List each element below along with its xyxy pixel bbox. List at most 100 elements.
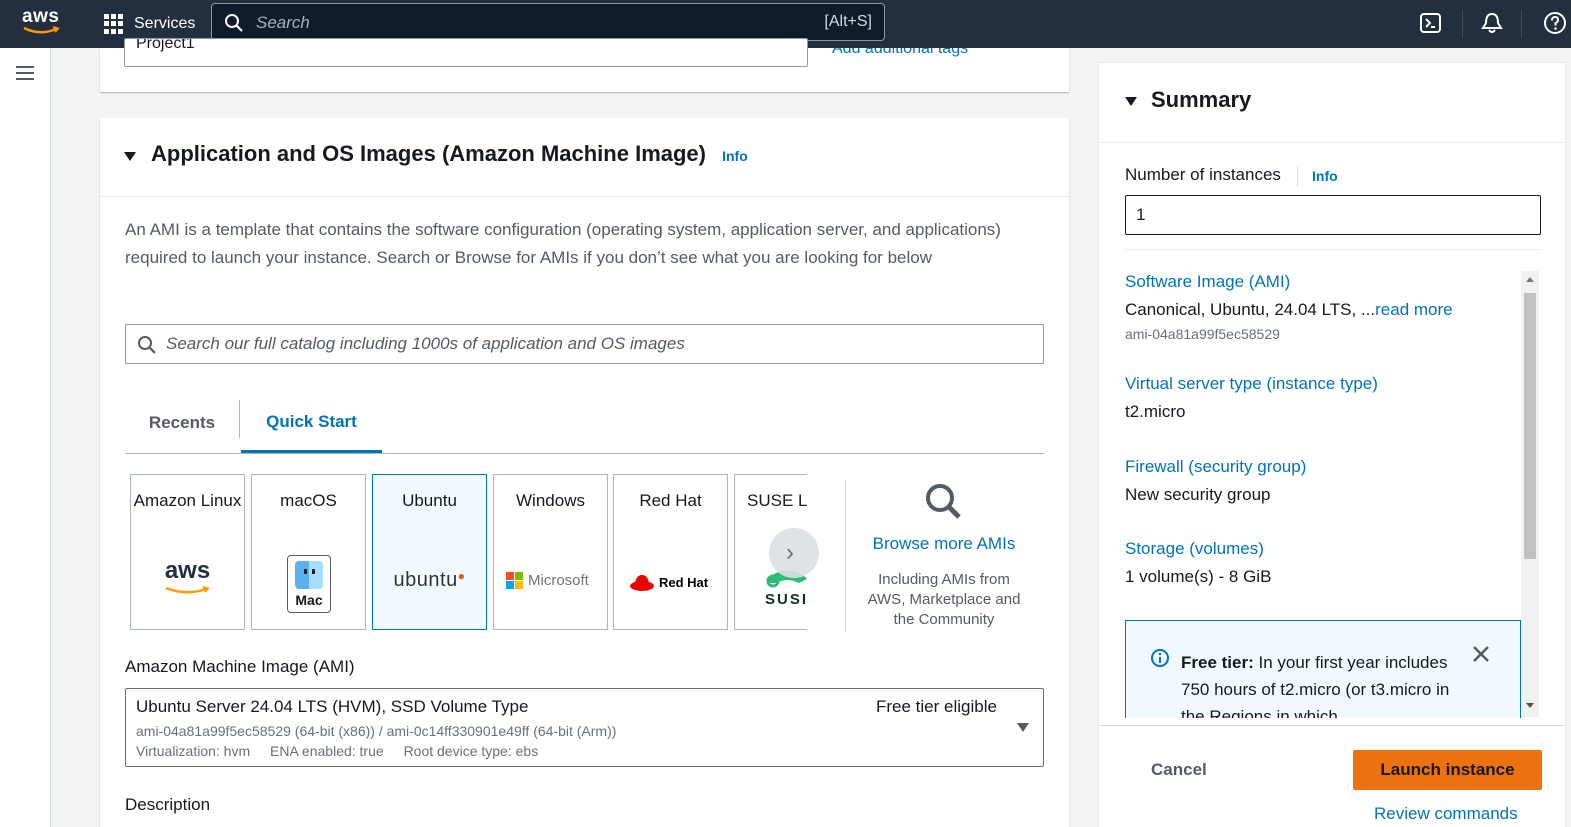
hamburger-menu-icon[interactable] <box>16 66 34 80</box>
browse-more-amis-link[interactable]: Browse more AMIs <box>860 534 1028 554</box>
tile-name: Ubuntu <box>402 491 457 510</box>
tile-amazon-linux[interactable]: Amazon Linux aws <box>130 474 245 630</box>
os-tiles: Amazon Linux aws macOS Mac Ubuntu ubuntu… <box>130 474 807 631</box>
suse-wordmark: SUSI <box>765 591 807 608</box>
search-icon <box>138 336 156 354</box>
scroll-up-icon[interactable] <box>1526 277 1534 282</box>
tile-name: Amazon Linux <box>133 491 242 510</box>
microsoft-logo-icon <box>506 572 524 590</box>
read-more-link[interactable]: read more <box>1375 300 1452 319</box>
cancel-button[interactable]: Cancel <box>1151 760 1207 780</box>
collapse-caret-icon[interactable] <box>124 152 136 161</box>
ami-info-link[interactable]: Info <box>722 148 748 164</box>
description-label: Description <box>125 795 211 814</box>
tile-macos[interactable]: macOS Mac <box>251 474 366 630</box>
summary-panel: Summary Number of instances Info 1 Softw… <box>1098 62 1566 827</box>
amazon-linux-logo: aws <box>131 559 244 601</box>
instance-name-input[interactable]: Project1 <box>124 38 808 67</box>
collapse-caret-icon[interactable] <box>1125 97 1137 106</box>
tab-recents[interactable]: Recents <box>125 393 239 453</box>
summary-key[interactable]: Storage (volumes) <box>1125 539 1271 559</box>
red-hat-wordmark: Red Hat <box>659 575 709 590</box>
red-hat-logo-icon <box>630 575 654 591</box>
summary-item-software-image: Software Image (AMI) Canonical, Ubuntu, … <box>1125 272 1453 342</box>
ami-select-dropdown[interactable]: Ubuntu Server 24.04 LTS (HVM), SSD Volum… <box>125 688 1044 767</box>
summary-footer: Cancel Launch instance Review commands <box>1099 725 1565 827</box>
scroll-down-icon[interactable] <box>1526 703 1534 708</box>
ami-card: Application and OS Images (Amazon Machin… <box>100 118 1069 827</box>
tile-name: Red Hat <box>639 491 702 510</box>
summary-header[interactable]: Summary <box>1099 63 1565 143</box>
summary-title: Summary <box>1151 87 1252 112</box>
left-rail <box>0 48 51 827</box>
summary-key[interactable]: Firewall (security group) <box>1125 457 1306 477</box>
nav-divider <box>1462 10 1463 38</box>
summary-key[interactable]: Virtual server type (instance type) <box>1125 374 1378 394</box>
software-image-value: Canonical, Ubuntu, 24.04 LTS, ... <box>1125 300 1376 319</box>
tile-red-hat[interactable]: Red Hat Red Hat <box>613 474 728 630</box>
notifications-icon[interactable] <box>1480 11 1504 35</box>
summary-value: New security group <box>1125 485 1271 504</box>
summary-details: Software Image (AMI) Canonical, Ubuntu, … <box>1099 188 1539 718</box>
ami-label: Amazon Machine Image (AMI) <box>125 657 355 676</box>
close-icon[interactable] <box>1472 645 1490 663</box>
services-menu-button[interactable]: Services <box>104 12 195 36</box>
summary-item-storage: Storage (volumes) 1 volume(s) - 8 GiB <box>1125 539 1271 587</box>
launch-instance-button[interactable]: Launch instance <box>1353 750 1542 790</box>
tab-separator <box>239 400 240 438</box>
ubuntu-logo: ubuntu● <box>373 569 486 592</box>
instance-name-value: Project1 <box>136 38 195 52</box>
instances-label: Number of instances <box>1125 165 1281 184</box>
instances-info-link[interactable]: Info <box>1312 168 1338 184</box>
name-and-tags-card: Project1 Add additional tags <box>100 38 1069 92</box>
review-commands-link[interactable]: Review commands <box>1374 804 1518 824</box>
ami-search-placeholder: Search our full catalog including 1000s … <box>166 334 685 353</box>
browse-more-amis-subtext: Including AMIs from AWS, Marketplace and… <box>867 571 1021 628</box>
grid-icon <box>104 14 124 34</box>
cloudshell-icon[interactable] <box>1419 11 1443 35</box>
tile-name: SUSE Li <box>747 491 807 510</box>
aws-logo[interactable]: aws <box>22 6 66 38</box>
tile-windows[interactable]: Windows Microsoft <box>493 474 608 630</box>
ami-ids: ami-04a81a99f5ec58529 (64-bit (x86)) / a… <box>136 723 617 739</box>
software-image-id: ami-04a81a99f5ec58529 <box>1125 326 1280 342</box>
add-tags-link[interactable]: Add additional tags <box>832 48 968 58</box>
global-search-input[interactable]: Search [Alt+S] <box>211 3 885 41</box>
scrollbar-thumb[interactable] <box>1524 293 1536 559</box>
summary-item-firewall: Firewall (security group) New security g… <box>1125 457 1306 505</box>
search-icon <box>926 484 961 519</box>
ami-card-header[interactable]: Application and OS Images (Amazon Machin… <box>100 118 1069 197</box>
info-circle-icon <box>1151 649 1169 667</box>
summary-value: 1 volume(s) - 8 GiB <box>1125 567 1272 586</box>
aws-smile-icon <box>23 26 60 34</box>
ami-tabs: Recents Quick Start <box>125 393 1044 454</box>
ami-attributes: Virtualization: hvm ENA enabled: true Ro… <box>136 743 554 759</box>
services-label: Services <box>134 15 196 32</box>
tab-quick-start[interactable]: Quick Start <box>241 393 382 453</box>
aws-logo-text: aws <box>164 557 211 584</box>
summary-value: t2.micro <box>1125 402 1186 421</box>
tile-ubuntu[interactable]: Ubuntu ubuntu● <box>372 474 487 630</box>
search-placeholder: Search <box>256 13 310 32</box>
tile-name: Windows <box>516 491 585 510</box>
help-icon[interactable] <box>1543 11 1567 35</box>
summary-scrollbar[interactable] <box>1521 271 1539 717</box>
aws-logo-text: aws <box>22 6 60 27</box>
summary-value: Canonical, Ubuntu, 24.04 LTS, ...read mo… <box>1125 300 1453 320</box>
finder-icon <box>295 561 323 589</box>
chevron-right-icon: › <box>786 539 794 566</box>
ami-section-title: Application and OS Images (Amazon Machin… <box>151 141 748 167</box>
info-separator <box>1297 167 1298 187</box>
ubuntu-circle-icon: ● <box>457 569 466 583</box>
ami-description: An AMI is a template that contains the s… <box>125 220 1001 267</box>
browse-separator <box>845 480 846 632</box>
ami-catalog-search-input[interactable]: Search our full catalog including 1000s … <box>125 324 1044 364</box>
ami-virtualization: Virtualization: hvm <box>136 743 251 759</box>
summary-key[interactable]: Software Image (AMI) <box>1125 272 1453 292</box>
nav-divider <box>1521 10 1522 38</box>
carousel-next-button[interactable]: › <box>769 528 819 578</box>
ami-section-title-text: Application and OS Images (Amazon Machin… <box>151 141 706 166</box>
add-tags-clip: Add additional tags <box>832 48 1032 58</box>
ami-root-device: Root device type: ebs <box>403 743 539 759</box>
search-icon <box>225 14 243 32</box>
